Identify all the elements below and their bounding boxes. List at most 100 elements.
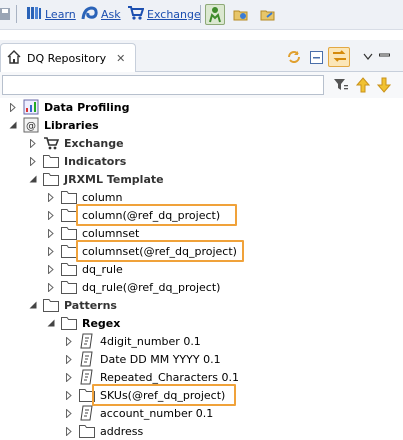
chevron-down-icon <box>363 51 373 64</box>
export-icon[interactable] <box>260 6 276 22</box>
sync-icon <box>332 49 347 66</box>
tree-item-pattern[interactable]: Date DD MM YYYY 0.1 <box>64 350 221 368</box>
tree-item-label: Data Profiling <box>44 100 130 114</box>
expand-arrow-icon[interactable] <box>46 206 55 224</box>
folder-icon <box>61 279 77 295</box>
learn-link[interactable]: Learn <box>26 6 76 22</box>
minimize-icon <box>378 51 390 64</box>
tree-item-columnset-ref[interactable]: columnset(@ref_dq_project) <box>46 242 237 260</box>
tree-item-patterns[interactable]: Patterns <box>28 296 117 314</box>
tree-item-label: column <box>82 190 123 204</box>
tree-item-label: Patterns <box>64 298 117 312</box>
exchange-link[interactable]: Exchange <box>127 5 201 24</box>
tree-item-label: account_number 0.1 <box>100 406 214 420</box>
collapse-arrow-icon[interactable] <box>28 170 37 188</box>
tree-item-label: dq_rule <box>82 262 123 276</box>
toolbar-separator <box>200 5 201 23</box>
folder-icon <box>61 315 77 331</box>
folder-icon <box>43 153 59 169</box>
tree-item-address[interactable]: address <box>64 422 143 440</box>
collapse-arrow-icon[interactable] <box>46 314 55 332</box>
save-icon[interactable] <box>0 6 12 22</box>
pattern-icon <box>79 369 95 385</box>
expand-arrow-icon[interactable] <box>64 332 73 350</box>
tree-item-column-ref[interactable]: column(@ref_dq_project) <box>46 206 220 224</box>
filter-input[interactable] <box>2 75 324 95</box>
expand-arrow-icon[interactable] <box>46 278 55 296</box>
learn-label: Learn <box>45 7 76 21</box>
tree-item-label: Date DD MM YYYY 0.1 <box>100 352 221 366</box>
tree-item-label: 4digit_number 0.1 <box>100 334 201 348</box>
folder-icon <box>61 261 77 277</box>
tree-item-label: address <box>100 424 144 438</box>
exchange-label: Exchange <box>147 7 201 21</box>
pattern-icon <box>79 351 95 367</box>
data-profiling-icon <box>23 99 39 115</box>
tree-item-label: columnset(@ref_dq_project) <box>82 244 237 258</box>
people-icon <box>207 6 223 26</box>
arrow-down-icon[interactable] <box>376 77 392 96</box>
folder-icon <box>61 207 77 223</box>
tree-item-libraries[interactable]: @ Libraries <box>8 116 99 134</box>
expand-arrow-icon[interactable] <box>64 386 73 404</box>
tree-item-dq-rule[interactable]: dq_rule <box>46 260 123 278</box>
expand-arrow-icon[interactable] <box>64 404 73 422</box>
expand-arrow-icon[interactable] <box>8 98 17 116</box>
expand-arrow-icon[interactable] <box>28 152 37 170</box>
tree-item-data-profiling[interactable]: Data Profiling <box>8 98 130 116</box>
folder-icon <box>43 171 59 187</box>
pattern-icon <box>79 333 95 349</box>
tree-item-label: Libraries <box>44 118 99 132</box>
refresh-button[interactable] <box>286 48 302 66</box>
tree-item-skus-ref[interactable]: SKUs(@ref_dq_project) <box>64 386 225 404</box>
tab-dq-repository[interactable]: DQ Repository ✕ <box>0 43 136 73</box>
tree-item-dq-rule-ref[interactable]: dq_rule(@ref_dq_project) <box>46 278 220 296</box>
arrow-up-icon[interactable] <box>355 77 371 96</box>
cart-icon <box>127 5 145 24</box>
main-toolbar: Learn Ask Exchange <box>0 0 403 30</box>
tree-item-label: dq_rule(@ref_dq_project) <box>82 280 221 294</box>
close-icon[interactable]: ✕ <box>116 52 125 65</box>
expand-arrow-icon[interactable] <box>64 422 73 440</box>
tree-item-pattern[interactable]: 4digit_number 0.1 <box>64 332 201 350</box>
expand-arrow-icon[interactable] <box>64 350 73 368</box>
collapse-all-button[interactable] <box>309 48 323 66</box>
expand-arrow-icon[interactable] <box>28 134 37 152</box>
tab-title: DQ Repository <box>27 52 107 65</box>
toolbar-separator <box>16 5 17 23</box>
filter-icon[interactable] <box>333 77 349 96</box>
collapse-arrow-icon[interactable] <box>28 296 37 314</box>
expand-arrow-icon[interactable] <box>46 242 55 260</box>
tree-item-label: SKUs(@ref_dq_project) <box>100 388 226 402</box>
expand-arrow-icon[interactable] <box>64 368 73 386</box>
tree-item-jrxml-template[interactable]: JRXML Template <box>28 170 164 188</box>
tree-item-indicators[interactable]: Indicators <box>28 152 126 170</box>
link-with-editor-button[interactable] <box>328 47 350 67</box>
minimize-button[interactable] <box>378 48 390 66</box>
expand-arrow-icon[interactable] <box>46 260 55 278</box>
tree-item-pattern[interactable]: Repeated_Characters 0.1 <box>64 368 239 386</box>
tree-item-column[interactable]: column <box>46 188 123 206</box>
perspective-toggle-button[interactable] <box>205 4 225 25</box>
expand-arrow-icon[interactable] <box>46 188 55 206</box>
folder-icon <box>61 225 77 241</box>
expand-arrow-icon[interactable] <box>46 224 55 242</box>
tree-item-label: JRXML Template <box>64 172 164 186</box>
view-menu-button[interactable] <box>362 48 374 66</box>
tree-item-exchange[interactable]: Exchange <box>28 134 124 152</box>
tree-item-label: Indicators <box>64 154 127 168</box>
tree-item-columnset[interactable]: columnset <box>46 224 139 242</box>
tree-item-regex[interactable]: Regex <box>46 314 120 332</box>
folder-icon <box>79 387 95 403</box>
ask-label: Ask <box>101 7 121 21</box>
tree-item-pattern[interactable]: account_number 0.1 <box>64 404 213 422</box>
tree-item-label: columnset <box>82 226 140 240</box>
collapse-arrow-icon[interactable] <box>8 116 17 134</box>
folder-icon <box>79 423 95 439</box>
import-icon[interactable] <box>233 6 249 22</box>
folder-icon <box>43 297 59 313</box>
pattern-icon <box>79 405 95 421</box>
tree-item-label: column(@ref_dq_project) <box>82 208 221 222</box>
tree-item-label: Regex <box>82 316 121 330</box>
ask-link[interactable]: Ask <box>81 5 121 22</box>
